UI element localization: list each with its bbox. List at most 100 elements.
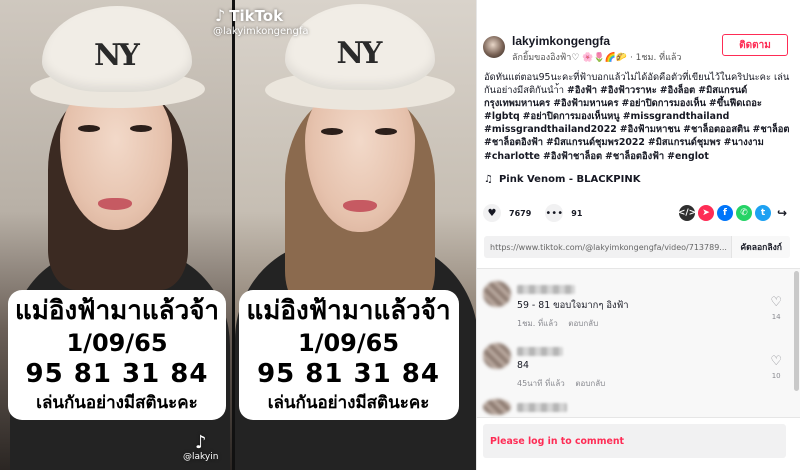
hashtag-link[interactable]: #อิงฟ้าชาล็อต [543,151,602,162]
video-handle: @lakyimkongengfa [213,26,309,37]
comment-like[interactable]: ♡ 14 [770,296,782,321]
comment-time: 45นาที ที่แล้ว [517,379,565,388]
caption-line: เล่นกันอย่างมีสตินะคะ [36,393,198,413]
copy-link-button[interactable]: คัดลอกลิงก์ [731,236,790,258]
commenter-avatar[interactable] [483,399,511,415]
author-subtitle: ลักยิ้มของอิงฟ้า♡ 🌸🌷🌈🌮 · 1ชม. ที่แล้ว [512,53,682,63]
tiktok-post-page: NY แม่อิงฟ้ามาแล้วจ้า 1/09/65 95 81 31 8… [0,0,800,470]
music-title: Pink Venom - BLACKPINK [498,174,641,185]
follow-button[interactable]: ติดตาม [722,34,788,56]
hashtag-link[interactable]: #lgbtq [484,111,520,122]
lips [98,198,132,210]
hashtag-link[interactable]: #missgrandthailand [623,111,730,122]
comment-meta: 1ชม. ที่แล้ว ตอบกลับ [517,317,606,330]
comment-count: 91 [571,208,583,218]
hashtag-link[interactable]: #ชาล็อตอิงฟ้า [605,151,664,162]
hashtag-list: #อิงฟ้า #อิงฟ้าวราหะ #อิงล็อต #มิสแกรนด์… [484,85,789,161]
tiktok-note-icon: ♪ [215,6,226,25]
reply-link[interactable]: ตอบกลับ [575,379,605,388]
hashtag-link[interactable]: #อิงฟ้ามหาชน [620,124,680,135]
share-arrow-icon[interactable]: ↪ [774,205,790,221]
caption-line: แม่อิงฟ้ามาแล้วจ้า [246,296,451,326]
caption-line: แม่อิงฟ้ามาแล้วจ้า [14,296,220,326]
hashtag-link[interactable]: #englot [667,151,709,162]
bucket-hat: NY [284,4,435,90]
caption-line: เล่นกันอย่างมีสตินะคะ [267,393,430,413]
commenter-name[interactable] [517,347,563,356]
video-link[interactable]: https://www.tiktok.com/@lakyimkongengfa/… [484,243,731,252]
video-frame-left: NY แม่อิงฟ้ามาแล้วจ้า 1/09/65 95 81 31 8… [0,0,232,470]
facebook-icon[interactable]: f [717,205,733,221]
eye [130,125,152,132]
post-details-panel: lakyimkongengfa ลักยิ้มของอิงฟ้า♡ 🌸🌷🌈🌮 ·… [476,0,800,470]
hashtag-link[interactable]: #อิงล็อต [660,85,696,96]
hashtag-link[interactable]: #มิสแกรนด์ชุมพร2022 [546,137,645,148]
whatsapp-icon[interactable]: ✆ [736,205,752,221]
comment-item: 84 45นาที ที่แล้ว ตอบกลับ ♡ 10 [483,343,786,393]
author-username[interactable]: lakyimkongengfa [512,34,722,48]
comment-like-count: 14 [771,313,781,321]
eye [374,128,397,135]
video-caption-right: แม่อิงฟ้ามาแล้วจ้า 1/09/65 95 81 31 84 เ… [238,290,459,420]
author-avatar[interactable] [483,36,505,58]
comment-text: 84 [517,360,529,371]
commenter-name[interactable] [517,403,567,412]
hashtag-link[interactable]: #charlotte [484,151,540,162]
embed-icon[interactable]: </> [678,205,696,221]
hat-logo: NY [336,36,383,71]
lips [342,200,377,212]
hashtag-link[interactable]: #ชาล็อตออสติน [683,124,749,135]
eye [78,125,100,132]
watermark-handle: @lakyin [183,452,219,462]
music-link[interactable]: ♫ Pink Venom - BLACKPINK [484,174,640,185]
video-player[interactable]: NY แม่อิงฟ้ามาแล้วจ้า 1/09/65 95 81 31 8… [0,0,476,470]
caption-date: 1/09/65 [66,329,168,357]
commenter-avatar[interactable] [483,281,511,307]
caption-date: 1/09/65 [298,329,400,357]
reply-link[interactable]: ตอบกลับ [568,319,598,328]
hashtag-link[interactable]: #อย่าปิดการมองเห็น [621,98,705,109]
video-frame-right: NY แม่อิงฟ้ามาแล้วจ้า 1/09/65 95 81 31 8… [234,0,476,470]
author-header: lakyimkongengfa ลักยิ้มของอิงฟ้า♡ 🌸🌷🌈🌮 ·… [483,34,788,64]
comment-like-count: 10 [771,372,781,380]
hashtag-link[interactable]: #อิงฟ้า [567,85,597,96]
caption-numbers: 95 81 31 84 [257,359,440,389]
music-note-icon: ♫ [484,174,493,185]
twitter-icon[interactable]: t [755,205,771,221]
caption-numbers: 95 81 31 84 [25,359,209,389]
like-count: 7679 [509,208,532,218]
hashtag-link[interactable]: #ขึ้นฟีดเถอะ [709,98,762,109]
share-buttons: </> ➤ f ✆ t ↪ [678,205,790,221]
bucket-hat: NY [42,6,192,92]
comment-item: 59 - 81 ขอบใจมากๆ อิงฟ้า 1ชม. ที่แล้ว ตอ… [483,281,786,341]
author-info: lakyimkongengfa ลักยิ้มของอิงฟ้า♡ 🌸🌷🌈🌮 ·… [512,34,722,64]
heart-outline-icon[interactable]: ♡ [770,296,782,309]
hashtag-link[interactable]: #นางงาม [724,137,764,148]
video-caption-left: แม่อิงฟ้ามาแล้วจ้า 1/09/65 95 81 31 84 เ… [8,290,226,420]
heart-icon[interactable]: ♥ [483,204,501,222]
hashtag-link[interactable]: #อิงฟ้ามหานคร [553,98,618,109]
commenter-name[interactable] [517,285,575,294]
hashtag-link[interactable]: #ชาล็อตอิงฟ้า [484,137,543,148]
hashtag-link[interactable]: #มิสแกรนด์ชุมพร [648,137,721,148]
hashtag-link[interactable]: #missgrandthailand2022 [484,124,617,135]
comments-scrollbar[interactable] [794,271,799,391]
copy-link-box: https://www.tiktok.com/@lakyimkongengfa/… [484,236,790,258]
comment-meta: 45นาที ที่แล้ว ตอบกลับ [517,377,613,390]
tiktok-brand: TikTok [229,6,284,25]
tiktok-watermark-icon: ♪ [195,432,207,453]
action-bar: ♥ 7679 ••• 91 </> ➤ f ✆ t ↪ [483,204,790,222]
comment-bubble-icon[interactable]: ••• [545,204,564,222]
heart-outline-icon[interactable]: ♡ [770,355,782,368]
comment-like[interactable]: ♡ 10 [770,355,782,380]
hashtag-link[interactable]: #อย่าปิดการมองเห็นหนู [523,111,620,122]
login-prompt[interactable]: Please log in to comment [490,436,624,447]
comment-item [483,399,786,419]
hat-logo: NY [94,38,140,73]
tiktok-share-icon[interactable]: ➤ [698,205,714,221]
hashtag-link[interactable]: #ชาล็อต [753,124,790,135]
post-description: อัดทันแต่ตอน95นะคะที่ฟ้าบอกแล้วไม่ได้อัด… [484,71,790,163]
hashtag-link[interactable]: #อิงฟ้าวราหะ [600,85,657,96]
commenter-avatar[interactable] [483,343,511,369]
login-to-comment-box[interactable]: Please log in to comment [483,424,786,458]
